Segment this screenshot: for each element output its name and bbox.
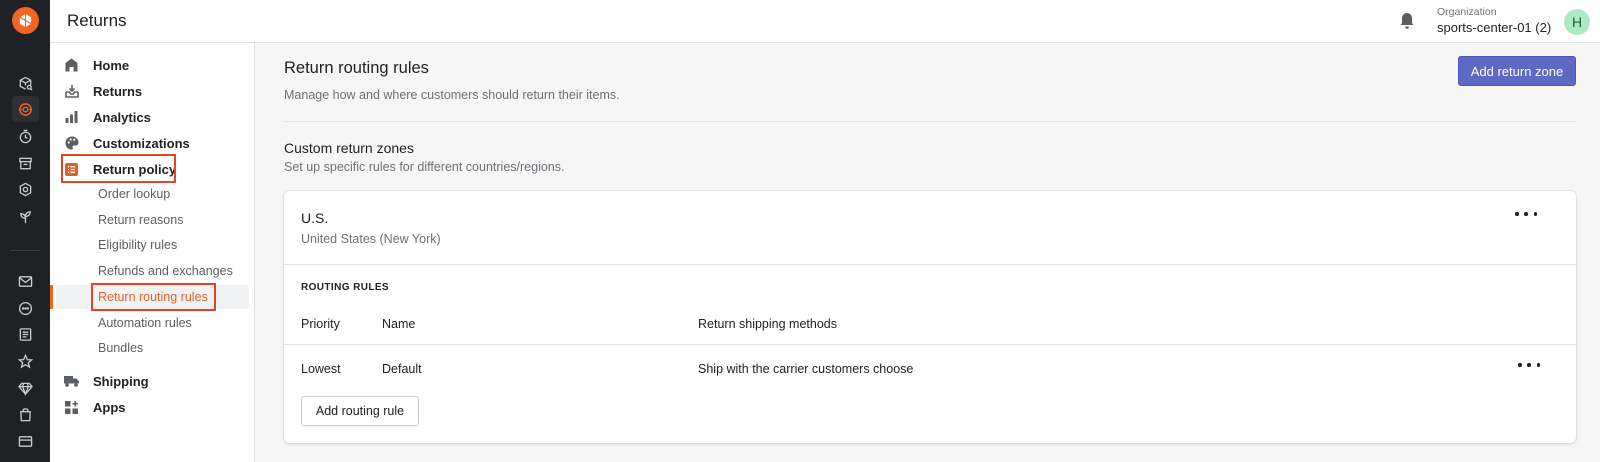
sidebar-item-shipping[interactable]: Shipping	[64, 370, 149, 392]
return-policy-highlight	[61, 154, 176, 183]
rail-card-icon[interactable]	[0, 428, 50, 454]
organization-name: sports-center-01 (2)	[1437, 20, 1552, 35]
organization-switcher[interactable]: Organization sports-center-01 (2)	[1437, 6, 1551, 35]
sidebar-item-apps[interactable]: Apps	[64, 396, 126, 418]
row-name: Default	[382, 362, 422, 376]
rail-star-icon[interactable]	[0, 348, 50, 374]
brand-logo-icon[interactable]	[12, 7, 39, 34]
sidebar-item-returns[interactable]: Returns	[64, 80, 142, 102]
row-divider	[284, 344, 1576, 345]
zone-region: United States (New York)	[301, 232, 441, 246]
sidebar-nav: Home Returns Analytics Customizations Re…	[50, 43, 255, 462]
rail-returns-icon[interactable]	[0, 96, 50, 122]
returns-icon	[64, 84, 79, 99]
sidebar-subitem-return-reasons[interactable]: Return reasons	[98, 210, 183, 230]
add-routing-rule-button[interactable]: Add routing rule	[301, 396, 419, 426]
add-return-zone-button[interactable]: Add return zone	[1458, 56, 1576, 86]
sidebar-item-label: Shipping	[93, 373, 149, 389]
column-header-priority: Priority	[301, 317, 340, 331]
sidebar-item-label: Home	[93, 57, 130, 73]
sidebar-subitem-eligibility-rules[interactable]: Eligibility rules	[98, 235, 177, 255]
sidebar-item-analytics[interactable]: Analytics	[64, 106, 151, 128]
app-rail	[0, 0, 50, 462]
routing-rules-heading: ROUTING RULES	[301, 282, 389, 293]
sidebar-subitem-automation-rules[interactable]: Automation rules	[98, 313, 192, 333]
organization-label: Organization	[1437, 6, 1497, 18]
sidebar-item-home[interactable]: Home	[64, 54, 129, 76]
sidebar-subitem-bundles[interactable]: Bundles	[98, 338, 143, 358]
active-indicator	[50, 285, 53, 309]
sidebar-item-label: Apps	[93, 399, 126, 415]
row-more-actions-icon[interactable]	[1518, 358, 1540, 372]
notifications-bell-icon[interactable]	[1399, 12, 1415, 35]
return-routing-rules-highlight	[91, 283, 216, 311]
apps-icon	[64, 400, 79, 415]
rail-plant-icon[interactable]	[0, 203, 50, 229]
row-shipping-method: Ship with the carrier customers choose	[698, 362, 914, 376]
rail-archive-icon[interactable]	[0, 150, 50, 176]
rail-chat-icon[interactable]	[0, 295, 50, 321]
analytics-icon	[64, 110, 79, 125]
sidebar-item-label: Analytics	[93, 109, 151, 125]
section-subtitle: Set up specific rules for different coun…	[284, 160, 565, 174]
home-icon	[64, 58, 79, 73]
sidebar-item-customizations[interactable]: Customizations	[64, 132, 190, 154]
rail-clock-icon[interactable]	[0, 123, 50, 149]
rail-diamond-icon[interactable]	[0, 375, 50, 401]
sidebar-subitem-refunds-and-exchanges[interactable]: Refunds and exchanges	[98, 261, 233, 281]
main-content: Return routing rules Manage how and wher…	[255, 43, 1600, 462]
sidebar-item-label: Returns	[93, 83, 143, 99]
section-title: Custom return zones	[284, 140, 414, 156]
top-bar: Returns Organization sports-center-01 (2…	[50, 0, 1600, 43]
rail-box-search-icon[interactable]	[0, 70, 50, 96]
rail-bag-icon[interactable]	[0, 401, 50, 427]
sidebar-subitem-order-lookup[interactable]: Order lookup	[98, 184, 170, 204]
zone-more-actions-icon[interactable]	[1515, 207, 1537, 221]
rail-document-icon[interactable]	[0, 321, 50, 347]
return-zone-card: U.S. United States (New York) ROUTING RU…	[284, 191, 1576, 443]
column-header-shipping-methods: Return shipping methods	[698, 317, 837, 331]
page-title: Return routing rules	[284, 59, 429, 77]
column-header-name: Name	[382, 317, 416, 331]
palette-icon	[64, 136, 79, 151]
user-avatar[interactable]: H	[1564, 9, 1590, 35]
zone-name: U.S.	[301, 210, 329, 226]
rail-hexagon-icon[interactable]	[0, 176, 50, 202]
page-subtitle: Manage how and where customers should re…	[284, 88, 620, 102]
row-priority: Lowest	[301, 362, 341, 376]
section-divider	[284, 121, 1576, 122]
truck-icon	[64, 374, 79, 389]
sidebar-item-label: Customizations	[93, 135, 190, 151]
card-divider	[284, 264, 1576, 265]
rail-mail-icon[interactable]	[0, 268, 50, 294]
app-title: Returns	[67, 11, 127, 30]
